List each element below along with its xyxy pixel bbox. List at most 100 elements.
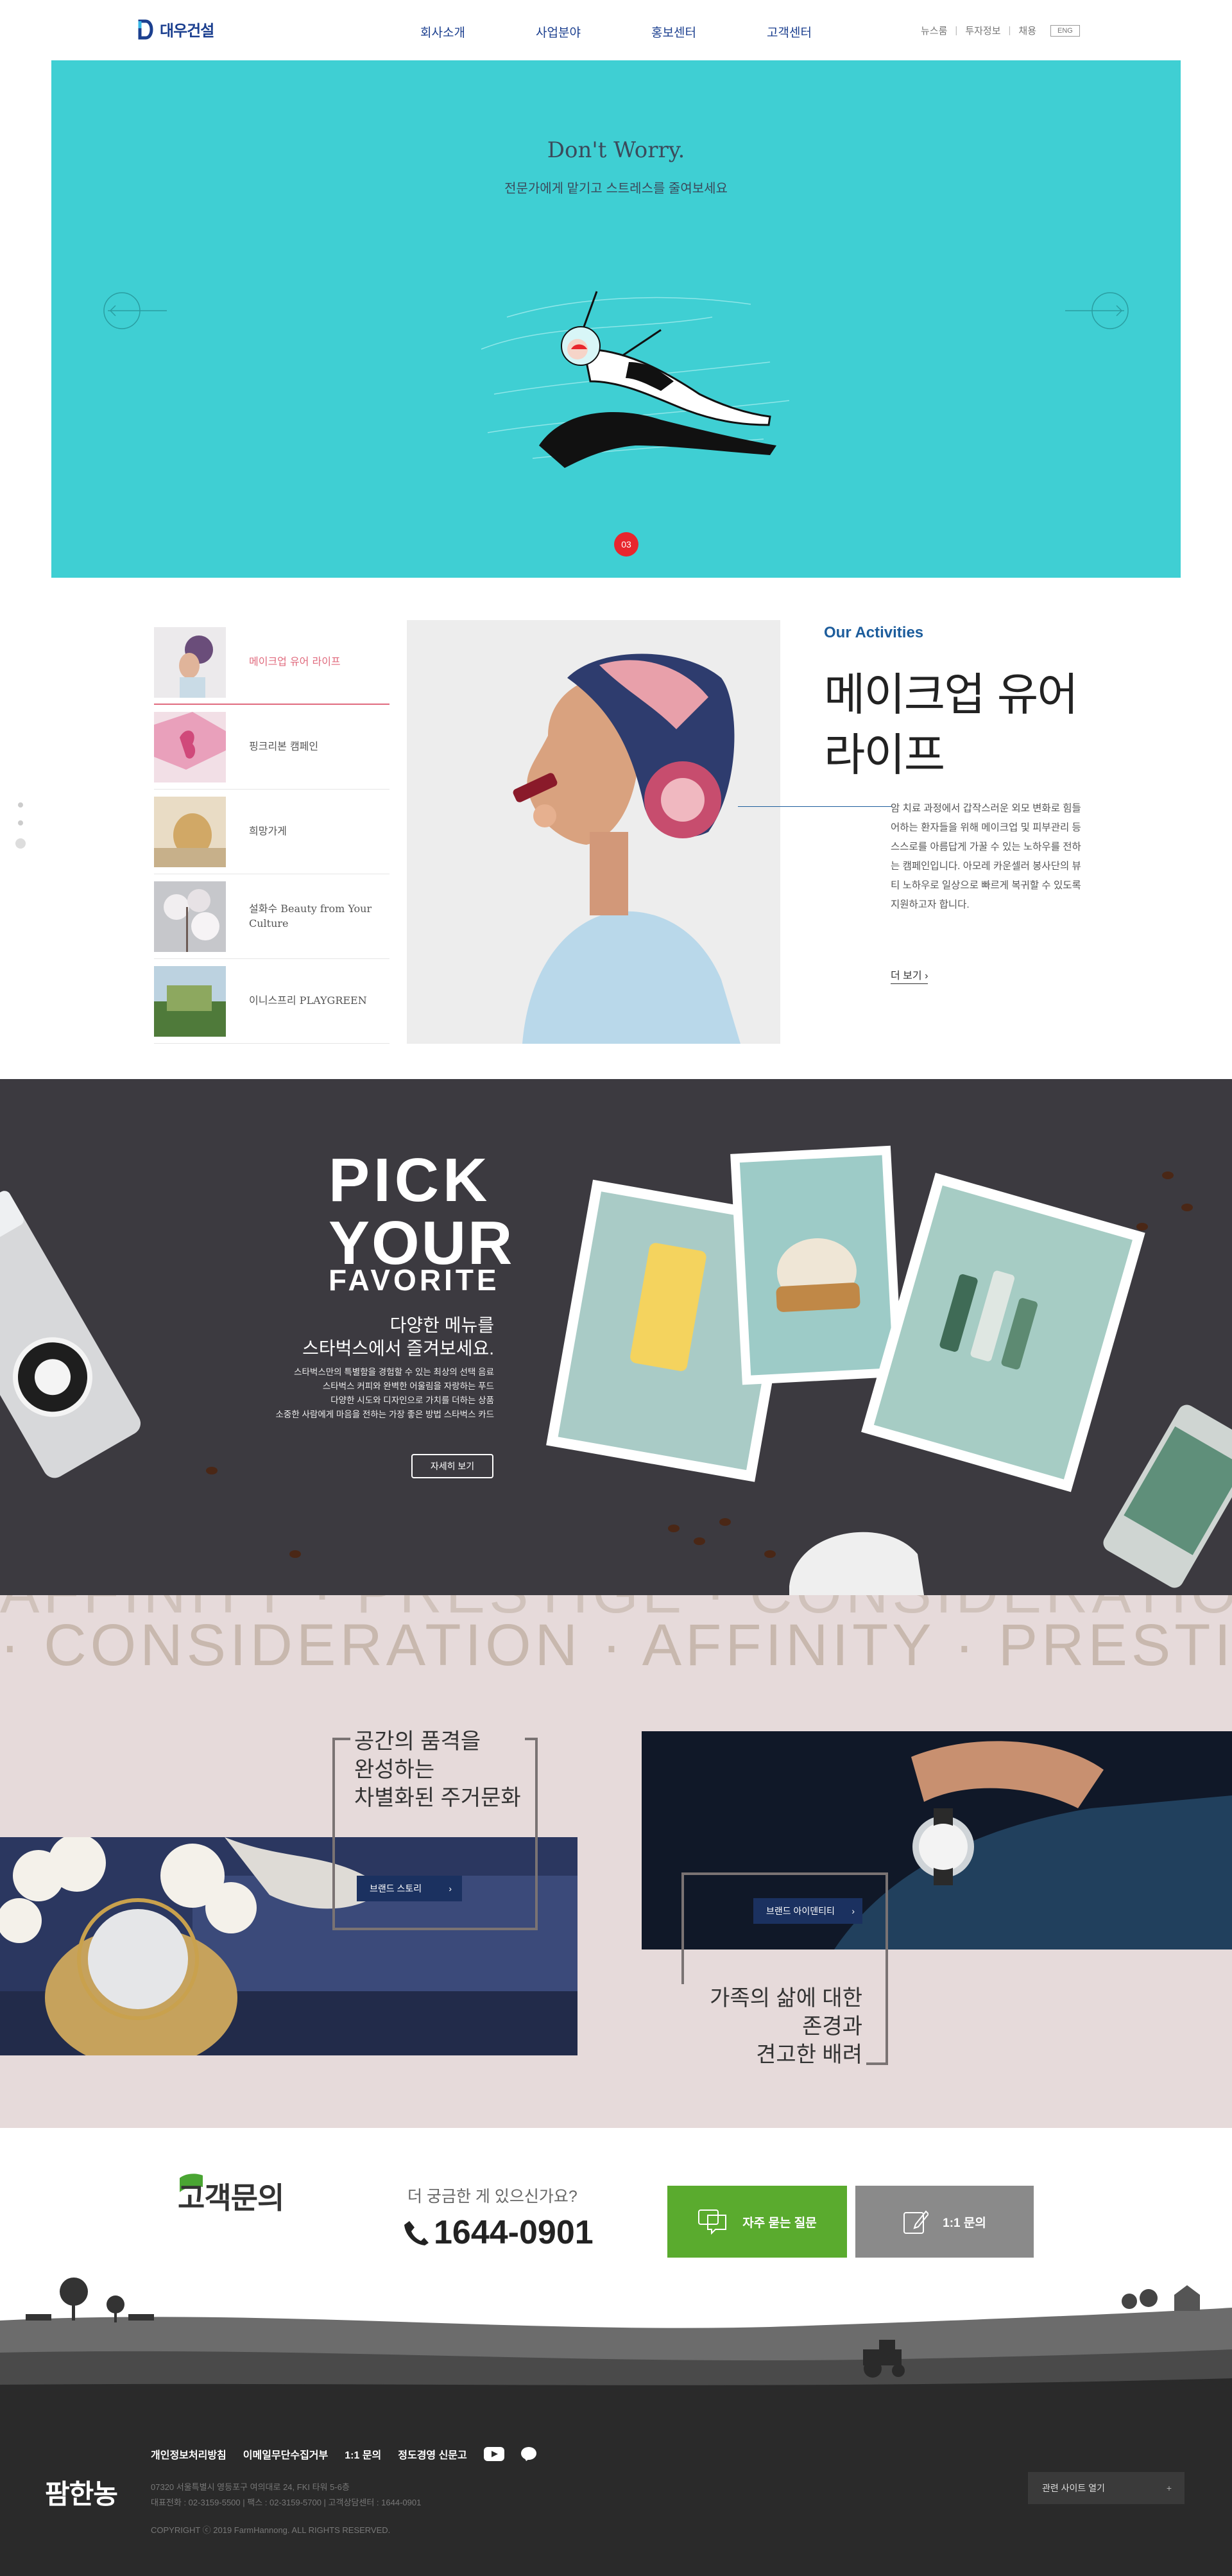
starbucks-body: 스타벅스만의 특별함을 경험할 수 있는 최상의 선택 음료 스타벅스 커피와 … (193, 1365, 494, 1422)
marquee-text: · CONSIDERATION · AFFINITY · PRESTIGE · … (0, 1612, 1232, 1678)
starbucks-banner: PICK YOUR FAVORITE 다양한 메뉴를 스타벅스에서 즐겨보세요.… (0, 1079, 1232, 1595)
landscape-illustration (0, 2276, 1232, 2404)
nav-item-pr[interactable]: 홍보센터 (616, 23, 732, 40)
footer-link-ethics[interactable]: 정도경영 신문고 (398, 2446, 467, 2462)
connector-line (738, 806, 892, 807)
family-site-label: 관련 사이트 열기 (1042, 2483, 1105, 2493)
nav-item-company[interactable]: 회사소개 (385, 23, 501, 40)
address-line: 07320 서울특별시 영등포구 여의대로 24, FKI 타워 5-6층 (151, 2482, 350, 2492)
chat-icon (698, 2209, 727, 2235)
inquiry-label: 1:1 문의 (943, 2216, 986, 2230)
phone-number: 1644-0901 (404, 2213, 594, 2252)
dot-active[interactable] (15, 838, 26, 849)
starbucks-body-line: 다양한 시도와 디자인으로 가치를 더하는 상품 (330, 1396, 494, 1405)
activity-label: 희망가게 (249, 825, 287, 838)
activity-item[interactable]: 핑크리본 캠페인 (154, 705, 389, 790)
dot[interactable] (18, 820, 23, 826)
nav-item-support[interactable]: 고객센터 (732, 23, 847, 40)
footer-link-privacy[interactable]: 개인정보처리방침 (151, 2446, 227, 2462)
hero-subtitle: 전문가에게 맡기고 스트레스를 줄여보세요 (504, 182, 728, 196)
main-nav: 회사소개 사업분야 홍보센터 고객센터 (385, 23, 847, 40)
activity-thumbnail (154, 711, 226, 782)
faq-label: 자주 묻는 질문 (742, 2216, 817, 2230)
next-arrow-icon[interactable] (1065, 291, 1129, 330)
brand-story-label: 브랜드 스토리 (370, 1883, 422, 1894)
inquiry-button[interactable]: 1:1 문의 (855, 2186, 1034, 2258)
brand-line: 차별화된 주거문화 (354, 1786, 521, 1810)
dot[interactable] (18, 802, 23, 808)
activity-description: 암 치료 과정에서 갑작스러운 외모 변화로 힘들어하는 환자들을 위해 메이크… (891, 803, 1081, 910)
blog-icon[interactable] (520, 2447, 536, 2461)
activity-item[interactable]: 메이크업 유어 라이프 (154, 620, 389, 705)
contact-line: 대표전화 : 02-3159-5500 | 팩스 : 02-3159-5700 … (151, 2498, 422, 2507)
customer-question: 더 궁금한 게 있으신가요? (407, 2188, 578, 2206)
customer-section: 고객문의 더 궁금한 게 있으신가요? 1644-0901 자주 묻는 질문 1… (0, 2128, 1232, 2276)
brand-story-button[interactable]: 브랜드 스토리 › (357, 1876, 462, 1901)
starbucks-heading-line: 스타벅스에서 즐겨보세요. (302, 1338, 494, 1358)
util-link-newsroom[interactable]: 뉴스룸 (921, 24, 947, 37)
brand-line: 가족의 삶에 대한 (710, 1986, 862, 2010)
brand-identity-button[interactable]: 브랜드 아이덴티티 › (753, 1898, 862, 1924)
more-label: 더 보기 (891, 971, 922, 981)
faq-button[interactable]: 자주 묻는 질문 (667, 2186, 847, 2258)
divider: | (1008, 25, 1011, 36)
customer-title: 고객문의 (178, 2181, 284, 2215)
footer-logo[interactable]: 팜한농 (45, 2473, 118, 2512)
activity-item[interactable]: 희망가게 (154, 790, 389, 874)
brand-right-text: 가족의 삶에 대한 존경과 견고한 배려 (674, 1984, 866, 2069)
activity-thumbnail (154, 965, 226, 1037)
family-site-select[interactable]: 관련 사이트 열기 + (1028, 2472, 1185, 2504)
more-link[interactable]: 더 보기 › (891, 967, 928, 984)
chevron-right-icon: › (925, 971, 928, 981)
activity-label: 설화수 Beauty from Your Culture (249, 903, 372, 929)
brand-section: AFFINITY · PRESTIGE · CONSIDERATION · AF… (0, 1595, 1232, 2128)
util-link-recruit[interactable]: 채용 (1018, 24, 1036, 37)
language-button[interactable]: ENG (1050, 24, 1080, 37)
site-footer: 팜한농 개인정보처리방침 이메일무단수집거부 1:1 문의 정도경영 신문고 0… (0, 2404, 1232, 2576)
logo[interactable]: 대우건설 (138, 18, 214, 40)
brand-line: 견고한 배려 (756, 2043, 862, 2067)
pick-headline: PICK (329, 1146, 492, 1215)
phone-text: 1644-0901 (434, 2214, 594, 2251)
activities-eyebrow: Our Activities (824, 624, 924, 641)
details-button[interactable]: 자세히 보기 (411, 1454, 493, 1478)
footer-link-inquiry[interactable]: 1:1 문의 (345, 2446, 381, 2462)
side-pagination (15, 802, 26, 861)
brand-line: 존경과 (802, 2014, 862, 2039)
model-illustration (407, 620, 780, 1044)
plus-icon: + (1166, 2483, 1172, 2493)
activity-title: 메이크업 유어 라이프 (824, 668, 1079, 781)
phone-icon (404, 2221, 429, 2245)
logo-mark-icon (138, 19, 153, 39)
activity-label: 메이크업 유어 라이프 (249, 655, 341, 668)
hero-banner: Don't Worry. 전문가에게 맡기고 스트레스를 줄여보세요 03 (51, 60, 1181, 578)
nav-item-business[interactable]: 사업분야 (501, 23, 616, 40)
starbucks-body-line: 소중한 사람에게 마음을 전하는 가장 좋은 방법 스타벅스 카드 (275, 1410, 494, 1419)
chevron-right-icon: › (449, 1883, 452, 1894)
starbucks-body-line: 스타벅스만의 특별함을 경험할 수 있는 최상의 선택 음료 (294, 1367, 494, 1377)
activity-thumbnail (154, 627, 226, 698)
starbucks-heading-line: 다양한 메뉴를 (389, 1315, 494, 1335)
activity-thumbnail (154, 881, 226, 952)
swimmer-illustration (481, 291, 790, 468)
activity-item[interactable]: 설화수 Beauty from Your Culture (154, 874, 389, 959)
activity-item[interactable]: 이니스프리 PLAYGREEN (154, 959, 389, 1044)
util-link-investor[interactable]: 투자정보 (965, 24, 1000, 37)
slide-indicator[interactable]: 03 (614, 532, 638, 557)
logo-text: 대우건설 (160, 22, 214, 40)
activity-list: 메이크업 유어 라이프 핑크리본 캠페인 희망가게 설화수 Beauty fro… (154, 620, 389, 1044)
chevron-right-icon: › (851, 1906, 855, 1916)
footer-links: 개인정보처리방침 이메일무단수집거부 1:1 문의 정도경영 신문고 (151, 2446, 536, 2462)
youtube-icon[interactable] (483, 2447, 504, 2461)
brand-left-text: 공간의 품격을 완성하는 차별화된 주거문화 (350, 1727, 525, 1812)
activity-label: 이니스프리 PLAYGREEN (249, 994, 367, 1007)
starbucks-background-art (0, 1079, 1232, 1595)
brand-identity-label: 브랜드 아이덴티티 (766, 1906, 835, 1916)
footer-link-email[interactable]: 이메일무단수집거부 (243, 2446, 328, 2462)
prev-arrow-icon[interactable] (103, 291, 167, 330)
brand-line: 완성하는 (354, 1758, 435, 1782)
activity-thumbnail (154, 796, 226, 867)
utility-nav: 뉴스룸 | 투자정보 | 채용 ENG (921, 24, 1080, 37)
brand-line: 공간의 품격을 (354, 1729, 481, 1754)
hero-title: Don't Worry. (547, 137, 685, 163)
